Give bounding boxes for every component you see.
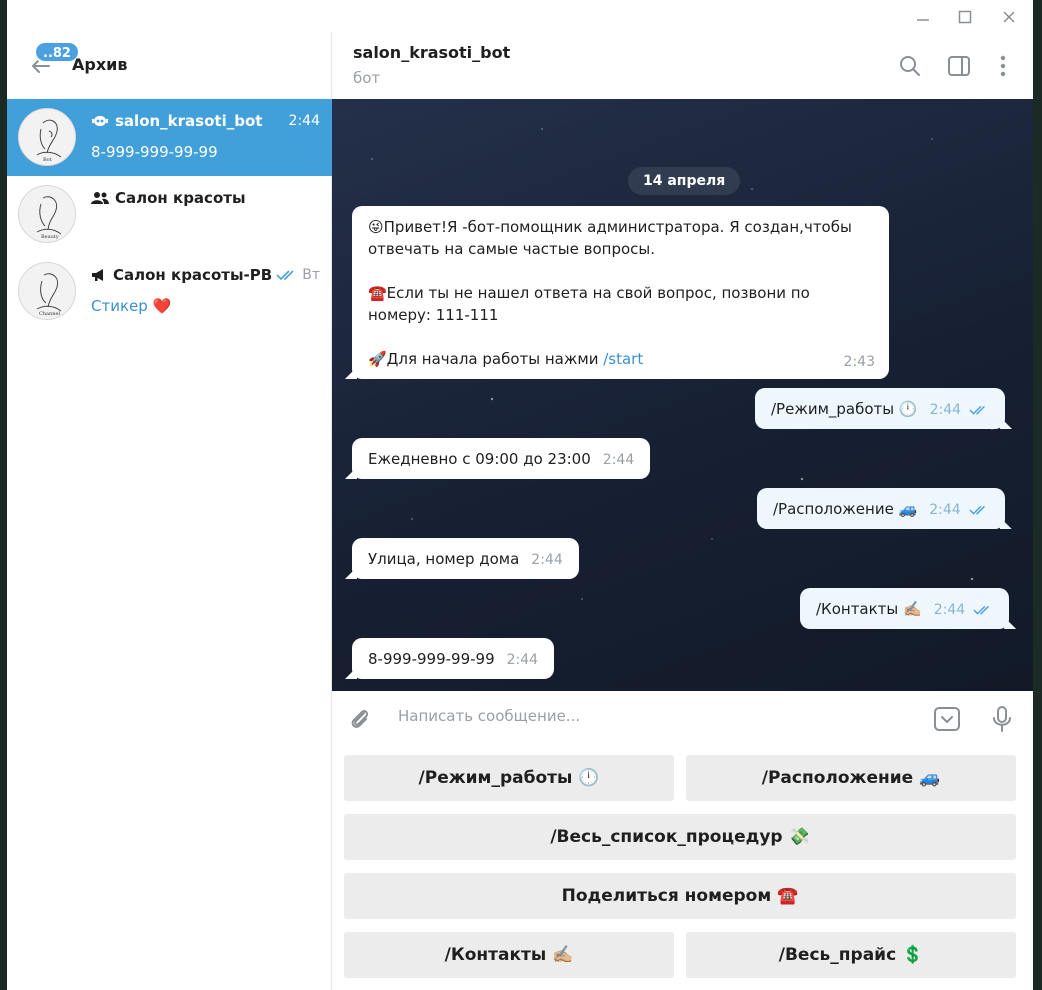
double-check-icon [973, 605, 990, 615]
maximize-icon [958, 10, 972, 24]
group-icon [91, 192, 109, 204]
bot-keyboard: /Режим_работы 🕛 /Расположение 🚙 /Весь_сп… [332, 747, 1033, 990]
keyboard-button-rezhim[interactable]: /Режим_работы 🕛 [344, 755, 674, 801]
double-check-icon [969, 405, 986, 415]
sidebar: ..82 Архив Bot salon_krasoti_bot 2:44 8-… [7, 32, 332, 990]
message-text: 8-999-999-99-99 [368, 650, 495, 668]
compose-bar [332, 691, 1033, 747]
minimize-button[interactable] [903, 4, 943, 30]
message-outgoing: /Расположение 🚙 2:44 [757, 488, 1012, 529]
message-text: Ежедневно с 09:00 до 23:00 [368, 450, 591, 468]
avatar-sketch-icon: Beauty [36, 196, 62, 240]
avatar-sketch-icon: Channel [36, 273, 62, 317]
double-check-icon [276, 270, 294, 281]
message-incoming: 😜Привет!Я -бот-помощник администратора. … [345, 206, 889, 379]
message-time: 2:44 [506, 652, 539, 668]
message-text: /Контакты ✍🏼 [816, 600, 922, 618]
avatar: Beauty [18, 185, 76, 243]
close-button[interactable] [989, 4, 1029, 30]
message-time: 2:43 [843, 354, 875, 370]
chat-item-salon-krasoty[interactable]: Beauty Салон красоты [7, 176, 332, 253]
sidebar-toggle-icon[interactable] [945, 52, 973, 80]
bot-icon [92, 116, 108, 126]
svg-text:Channel: Channel [39, 311, 60, 317]
chat-item-salon-krasoty-rv[interactable]: Channel Салон красоты-РВ Вт Стикер ❤️ [7, 253, 332, 330]
attach-icon[interactable] [346, 705, 374, 733]
message-text: /Расположение 🚙 [773, 500, 918, 518]
message-incoming: Улица, номер дома 2:44 [345, 538, 579, 579]
keyboard-button-raspolozhenie[interactable]: /Расположение 🚙 [686, 755, 1016, 801]
chat-preview: Стикер ❤️ [91, 297, 172, 315]
message-outgoing: /Контакты ✍🏼 2:44 [800, 588, 1017, 629]
chat-time: 2:44 [288, 113, 320, 129]
date-separator: 14 апреля [628, 167, 741, 195]
chat-title[interactable]: salon_krasoti_bot [353, 43, 510, 62]
keyboard-button-contacts[interactable]: /Контакты ✍🏼 [344, 932, 674, 978]
message-line: ☎️Если ты не нашел ответа на свой вопрос… [368, 284, 810, 302]
message-incoming: Ежедневно с 09:00 до 23:00 2:44 [345, 438, 651, 479]
channel-icon [92, 269, 103, 281]
message-time: 2:44 [929, 502, 961, 518]
message-time: 2:44 [531, 552, 563, 568]
chat-preview: 8-999-999-99-99 [91, 143, 218, 161]
search-icon[interactable] [896, 52, 924, 80]
more-vertical-icon[interactable] [989, 52, 1017, 80]
message-line: номеру: 111-111 [368, 306, 499, 324]
close-icon [1003, 11, 1015, 23]
message-area: 14 апреля 😜Привет!Я -бот-помощник админи… [332, 99, 1033, 691]
bot-keyboard-icon[interactable] [933, 705, 961, 733]
chat-time: Вт [302, 267, 320, 283]
keyboard-button-price[interactable]: /Весь_прайс 💲 [686, 932, 1016, 978]
title-bar [7, 0, 1033, 32]
message-line: 🚀Для начала работы нажми [368, 350, 599, 368]
avatar: Channel [18, 262, 76, 320]
message-input[interactable] [398, 707, 918, 725]
sidebar-header: ..82 Архив [7, 32, 332, 98]
chat-subtitle: бот [353, 69, 381, 87]
sidebar-title: Архив [72, 55, 128, 74]
avatar: Bot [18, 108, 76, 166]
message-incoming: 8-999-999-99-99 2:44 [345, 638, 555, 679]
message-time: 2:44 [933, 602, 966, 618]
minimize-icon [917, 19, 929, 21]
message-text: Улица, номер дома [368, 550, 520, 568]
chat-header: salon_krasoti_bot бот [332, 32, 1033, 99]
svg-text:Bot: Bot [43, 157, 52, 163]
start-command-link[interactable]: /start [603, 350, 643, 368]
chat-item-salon-krasoti-bot[interactable]: Bot salon_krasoti_bot 2:44 8-999-999-99-… [7, 99, 332, 176]
chat-name: Салон красоты-РВ [91, 266, 272, 284]
message-line: отвечать на самые частые вопросы. [368, 240, 656, 258]
avatar-sketch-icon: Bot [36, 119, 62, 163]
chat-panel: salon_krasoti_bot бот 14 апреля 😜Привет!… [332, 32, 1033, 990]
maximize-button[interactable] [945, 4, 985, 30]
message-line: 😜Привет!Я -бот-помощник администратора. … [368, 218, 852, 236]
telegram-window: ..82 Архив Bot salon_krasoti_bot 2:44 8-… [7, 0, 1033, 990]
microphone-icon[interactable] [988, 705, 1016, 733]
keyboard-button-share-phone[interactable]: Поделиться номером ☎️ [344, 873, 1016, 919]
message-outgoing: /Режим_работы 🕛 2:44 [755, 388, 1013, 429]
keyboard-button-procedures[interactable]: /Весь_список_процедур 💸 [344, 814, 1016, 860]
chat-name: salon_krasoti_bot [91, 112, 262, 130]
message-text: /Режим_работы 🕛 [771, 400, 918, 418]
message-time: 2:44 [602, 452, 635, 468]
svg-text:Beauty: Beauty [41, 234, 59, 240]
message-time: 2:44 [929, 402, 962, 418]
double-check-icon [969, 505, 985, 515]
chat-name: Салон красоты [91, 189, 246, 207]
